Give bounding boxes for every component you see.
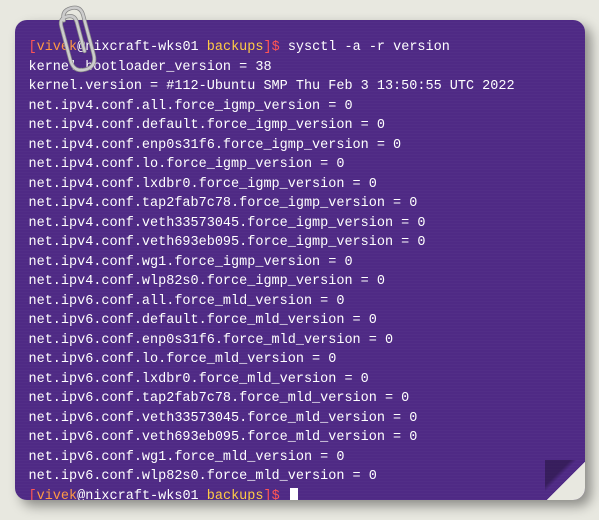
prompt-dollar: $ [272,40,280,55]
output-line: net.ipv4.conf.veth693eb095.force_igmp_ve… [29,233,571,253]
output-line: net.ipv4.conf.tap2fab7c78.force_igmp_ver… [29,194,571,214]
prompt-dir: backups [207,489,264,501]
bracket-close: ] [263,489,271,501]
output-line: net.ipv6.conf.wg1.force_mld_version = 0 [29,448,571,468]
output-line: net.ipv4.conf.lo.force_igmp_version = 0 [29,155,571,175]
output-line: net.ipv6.conf.lo.force_mld_version = 0 [29,350,571,370]
bracket-close: ] [263,40,271,55]
output-line: net.ipv6.conf.veth33573045.force_mld_ver… [29,409,571,429]
output-line: net.ipv4.conf.veth33573045.force_igmp_ve… [29,214,571,234]
prompt-user: vivek [37,489,78,501]
output-line: net.ipv4.conf.lxdbr0.force_igmp_version … [29,175,571,195]
output-line: net.ipv6.conf.tap2fab7c78.force_mld_vers… [29,389,571,409]
paperclip-icon [50,2,110,82]
output-line: net.ipv6.conf.veth693eb095.force_mld_ver… [29,428,571,448]
output-line: net.ipv4.conf.wg1.force_igmp_version = 0 [29,253,571,273]
output-line: net.ipv6.conf.enp0s31f6.force_mld_versio… [29,331,571,351]
output-line: kernel.version = #112-Ubuntu SMP Thu Feb… [29,77,571,97]
output-line: net.ipv6.conf.wlp82s0.force_mld_version … [29,467,571,487]
output-line: net.ipv6.conf.all.force_mld_version = 0 [29,292,571,312]
prompt-dollar: $ [272,489,280,501]
cursor-block[interactable] [290,488,298,500]
output-line: net.ipv4.conf.wlp82s0.force_igmp_version… [29,272,571,292]
prompt-line-1: [vivek@nixcraft-wks01 backups]$ sysctl -… [29,38,571,58]
output-line: net.ipv4.conf.enp0s31f6.force_igmp_versi… [29,136,571,156]
bracket-open: [ [29,40,37,55]
output-line: net.ipv4.conf.all.force_igmp_version = 0 [29,97,571,117]
output-line: kernel.bootloader_version = 38 [29,58,571,78]
output-line: net.ipv6.conf.default.force_mld_version … [29,311,571,331]
output-line: net.ipv6.conf.lxdbr0.force_mld_version =… [29,370,571,390]
prompt-host: nixcraft-wks01 [85,489,198,501]
prompt-dir: backups [207,40,264,55]
command-text: sysctl -a -r version [288,40,450,55]
terminal-window[interactable]: [vivek@nixcraft-wks01 backups]$ sysctl -… [15,20,585,500]
output-line: net.ipv4.conf.default.force_igmp_version… [29,116,571,136]
bracket-open: [ [29,489,37,501]
prompt-line-2: [vivek@nixcraft-wks01 backups]$ [29,487,571,501]
